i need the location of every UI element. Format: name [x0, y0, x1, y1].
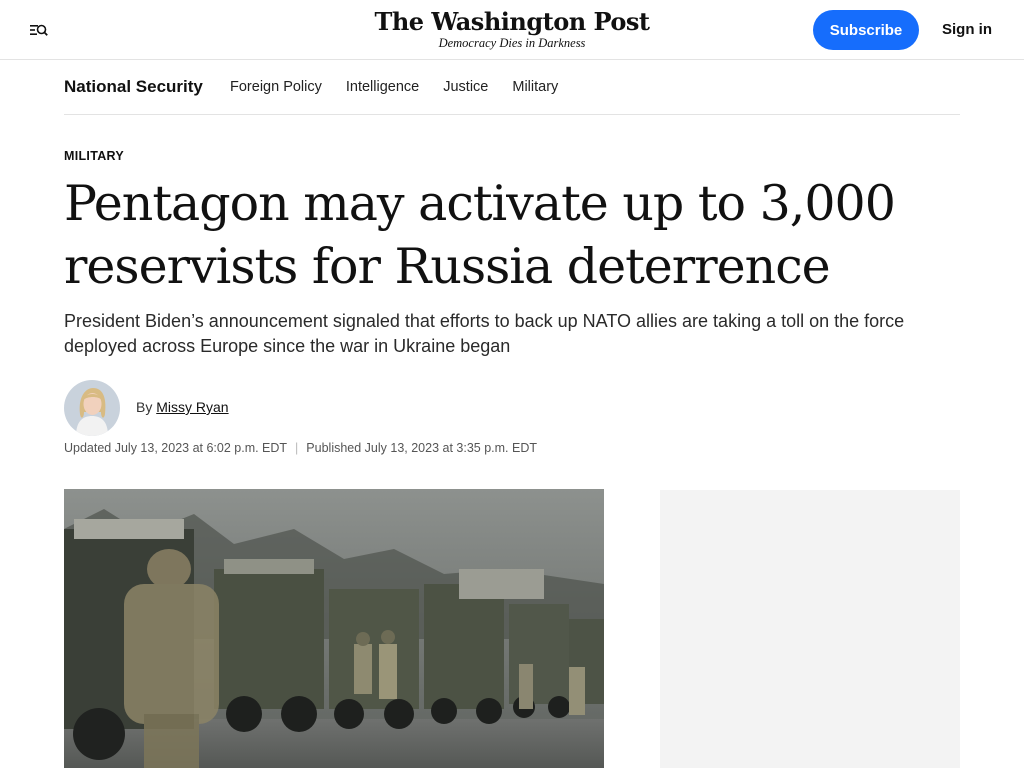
section-link-military[interactable]: Military	[512, 79, 558, 95]
section-link-justice[interactable]: Justice	[443, 79, 488, 95]
ad-slot	[660, 490, 960, 768]
section-link-foreign-policy[interactable]: Foreign Policy	[230, 79, 322, 95]
section-nav: National Security Foreign Policy Intelli…	[64, 60, 960, 115]
author-avatar-graphic	[64, 380, 120, 436]
published-timestamp: Published July 13, 2023 at 3:35 p.m. EDT	[306, 441, 537, 455]
section-title[interactable]: National Security	[64, 77, 203, 97]
updated-timestamp: Updated July 13, 2023 at 6:02 p.m. EDT	[64, 441, 288, 455]
author-link[interactable]: Missy Ryan	[156, 399, 228, 415]
signin-link[interactable]: Sign in	[936, 10, 998, 50]
article-dek: President Biden’s announcement signaled …	[64, 311, 905, 356]
article-headline: Pentagon may activate up to 3,000 reserv…	[64, 175, 896, 295]
section-links: Foreign Policy Intelligence Justice Mili…	[230, 79, 558, 95]
lead-image[interactable]	[64, 489, 604, 768]
section-link-intelligence[interactable]: Intelligence	[346, 79, 419, 95]
byline-prefix: By	[136, 399, 153, 415]
top-bar: The Washington Post Democracy Dies in Da…	[0, 0, 1024, 60]
author-avatar[interactable]	[64, 380, 120, 436]
lead-image-graphic	[64, 489, 604, 768]
byline: By Missy Ryan	[136, 399, 229, 415]
date-separator: |	[295, 441, 299, 455]
article-dates: Updated July 13, 2023 at 6:02 p.m. EDT | P…	[64, 441, 537, 455]
subscribe-button[interactable]: Subscribe	[813, 10, 919, 50]
article-kicker[interactable]: MILITARY	[64, 149, 124, 163]
